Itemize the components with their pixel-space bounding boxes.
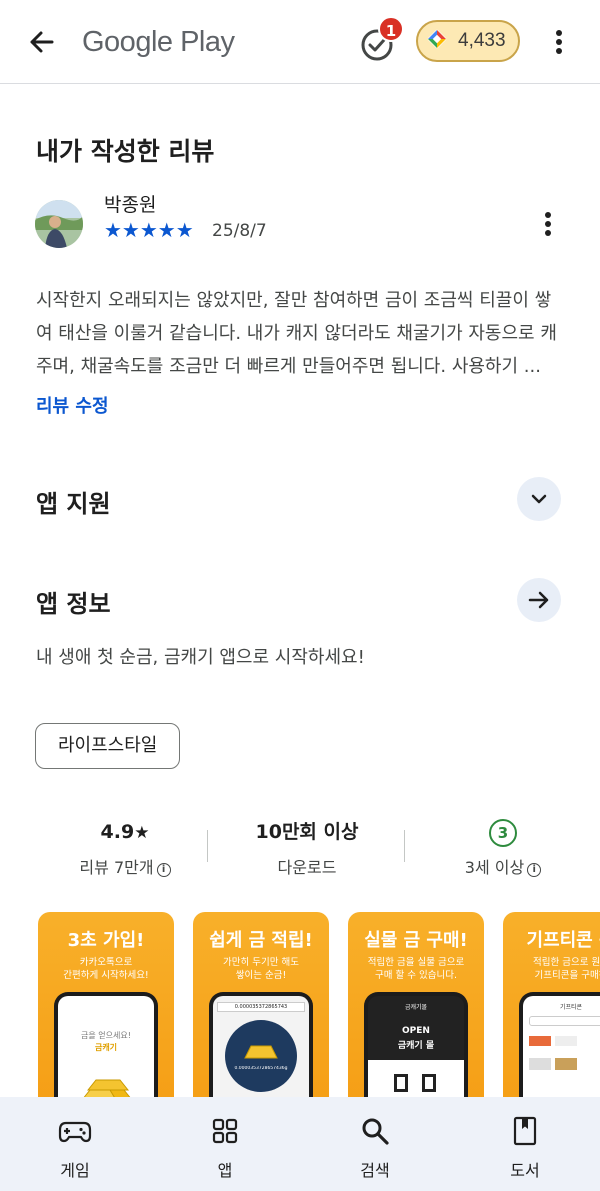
apps-grid-icon <box>207 1113 243 1149</box>
nav-label: 앱 <box>217 1161 233 1180</box>
phone-mockup: 금캐기몰 OPEN 금캐기 몰 <box>364 992 468 1112</box>
screen-text: 기프티콘 <box>559 1004 583 1011</box>
reviewer-name: 박종원 <box>104 194 157 216</box>
rating-value: 4.9 <box>100 821 135 843</box>
my-review-heading: 내가 작성한 리뷰 <box>36 137 215 166</box>
screenshot-title: 실물 금 구매! <box>364 930 468 951</box>
star-icon: ★ <box>134 823 150 843</box>
info-icon: i <box>156 863 171 877</box>
downloads-label: 다운로드 <box>277 858 337 877</box>
screen-chip <box>555 1036 577 1046</box>
downloads-stat: 10만회 이상 다운로드 <box>222 818 392 878</box>
nav-games[interactable]: 게임 <box>0 1097 150 1191</box>
screen-text: 금을 얻으세요! <box>81 1031 131 1040</box>
phone-mockup: 0.000035372865743 0.0000353728657436g <box>209 992 313 1112</box>
content-rating-stat[interactable]: 3 3세 이상 i <box>418 818 588 878</box>
stat-divider <box>207 830 208 862</box>
play-points-diamond-icon <box>426 28 448 54</box>
expand-support-button[interactable] <box>517 477 561 521</box>
review-date: 25/8/7 <box>212 221 267 241</box>
nav-apps[interactable]: 앱 <box>150 1097 300 1191</box>
screen-brand-tile <box>555 1058 577 1070</box>
screen-text: 0.000035372865743 <box>217 1002 305 1012</box>
screenshot-card[interactable]: 실물 금 구매! 적립한 금을 실물 금으로 구매 할 수 있습니다. 금캐기몰… <box>348 912 484 1112</box>
play-store-page: Google Play 1 4,433 내가 작성한 리뷰 박종원 ★★★★★ … <box>0 0 600 1191</box>
notification-count-badge: 1 <box>378 16 404 42</box>
screen-chip <box>529 1036 551 1046</box>
screenshot-card[interactable]: 쉽게 금 적립! 가만히 두기만 해도 쌓이는 순금! 0.0000353728… <box>193 912 329 1112</box>
phone-screen: 0.000035372865743 0.0000353728657436g <box>213 996 309 1112</box>
rating-stat[interactable]: 4.9★ 리뷰 7만개 i <box>40 818 210 878</box>
nav-books[interactable]: 도서 <box>450 1097 600 1191</box>
phone-screen: 금캐기몰 OPEN 금캐기 몰 <box>368 996 464 1112</box>
age-rating-badge: 3 <box>489 819 517 847</box>
app-short-description: 내 생애 첫 순금, 금캐기 앱으로 시작하세요! <box>36 647 365 668</box>
category-chip[interactable]: 라이프스타일 <box>35 723 181 769</box>
gold-bar-icon <box>244 1045 278 1059</box>
screenshot-card[interactable]: 기프티콘 구 적립한 금으로 원하 기프티콘을 구매하 기프티콘 <box>503 912 600 1112</box>
phone-screen: 금을 얻으세요! 금캐기 <box>58 996 154 1112</box>
screen-text: 금캐기몰 <box>404 1004 428 1011</box>
app-info-heading[interactable]: 앱 정보 <box>36 584 111 619</box>
stat-divider <box>404 830 405 862</box>
edit-review-link[interactable]: 리뷰 수정 <box>36 392 109 418</box>
info-icon: i <box>527 863 542 877</box>
nav-label: 검색 <box>360 1161 390 1180</box>
screenshot-subtitle: 적립한 금으로 원하 기프티콘을 구매하 <box>533 957 600 981</box>
age-rating-label: 3세 이상 <box>464 858 525 877</box>
bottom-navigation: 게임 앱 검색 도서 <box>0 1097 600 1191</box>
product-thumbnail <box>422 1074 436 1092</box>
app-info-open-button[interactable] <box>517 578 561 622</box>
screenshot-title: 기프티콘 구 <box>526 930 600 951</box>
screenshot-carousel[interactable]: 3초 가입! 카카오톡으로 간편하게 시작하세요! 금을 얻으세요! 금캐기 쉽… <box>0 912 600 1112</box>
more-vert-icon[interactable] <box>546 24 572 60</box>
review-star-rating: ★★★★★ <box>104 218 194 242</box>
screen-text: 금캐기 <box>94 1043 118 1052</box>
screenshot-title: 쉽게 금 적립! <box>209 930 313 951</box>
reviewer-avatar <box>35 200 83 248</box>
phone-mockup: 기프티콘 <box>519 992 600 1112</box>
nav-search[interactable]: 검색 <box>300 1097 450 1191</box>
screenshot-title: 3초 가입! <box>67 930 145 951</box>
phone-screen: 기프티콘 <box>523 996 600 1112</box>
screenshot-card[interactable]: 3초 가입! 카카오톡으로 간편하게 시작하세요! 금을 얻으세요! 금캐기 <box>38 912 174 1112</box>
top-app-bar: Google Play 1 4,433 <box>0 0 600 84</box>
back-arrow-icon[interactable] <box>22 22 62 62</box>
downloads-value: 10만회 이상 <box>255 821 359 843</box>
gold-counter-circle: 0.0000353728657436g <box>225 1020 297 1092</box>
screen-text: 금캐기 몰 <box>397 1041 435 1051</box>
review-text: 시작한지 오래되지는 않았지만, 잘만 참여하면 금이 조금씩 티끌이 쌓여 태… <box>36 290 557 377</box>
search-icon <box>357 1113 393 1149</box>
screenshot-subtitle: 가만히 두기만 해도 쌓이는 순금! <box>223 957 299 981</box>
book-icon <box>507 1113 543 1149</box>
chevron-down-icon <box>531 494 547 504</box>
play-points-chip[interactable]: 4,433 <box>416 20 520 62</box>
screen-search-box <box>529 1016 600 1026</box>
screenshot-subtitle: 카카오톡으로 간편하게 시작하세요! <box>63 957 149 981</box>
arrow-right-icon <box>528 591 549 609</box>
screenshot-subtitle: 적립한 금을 실물 금으로 구매 할 수 있습니다. <box>367 957 465 981</box>
nav-label: 도서 <box>510 1161 540 1180</box>
nav-label: 게임 <box>60 1161 90 1180</box>
product-thumbnail <box>394 1074 408 1092</box>
gamepad-icon <box>57 1113 93 1149</box>
app-support-heading[interactable]: 앱 지원 <box>36 484 111 519</box>
play-points-value: 4,433 <box>458 30 506 51</box>
phone-mockup: 금을 얻으세요! 금캐기 <box>54 992 158 1112</box>
screen-brand-tile <box>529 1058 551 1070</box>
screen-text: OPEN <box>402 1026 430 1036</box>
review-more-vert-icon[interactable] <box>536 206 560 242</box>
screen-text: 0.0000353728657436g <box>234 1066 288 1071</box>
review-count: 리뷰 7만개 <box>79 858 154 877</box>
google-play-logo[interactable]: Google Play <box>82 22 235 62</box>
